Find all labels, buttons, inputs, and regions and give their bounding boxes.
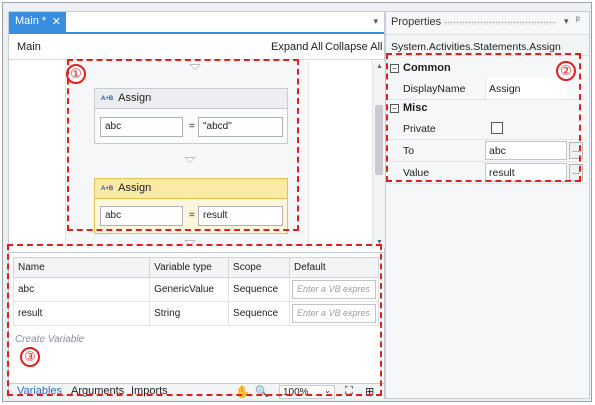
breadcrumb[interactable]: Main — [17, 41, 41, 53]
collapse-all-button[interactable]: Collapse All — [325, 41, 382, 53]
annotation-number-2: ② — [556, 61, 576, 81]
designer-header: Main Expand All Collapse All — [9, 34, 384, 60]
expand-all-button[interactable]: Expand All — [271, 41, 323, 53]
tab-main[interactable]: Main * ✕ — [9, 12, 66, 32]
scrollbar-thumb[interactable] — [375, 105, 383, 175]
tab-main-label: Main * — [15, 15, 47, 27]
designer-scrollbar[interactable]: ▲ ▼ — [372, 61, 385, 248]
chevron-down-icon[interactable]: ▾ — [564, 16, 569, 27]
annotation-box-3 — [7, 244, 382, 396]
close-icon[interactable]: ✕ — [52, 15, 61, 28]
annotation-box-2 — [386, 53, 581, 182]
annotation-box-1 — [67, 59, 299, 231]
scroll-up-icon[interactable]: ▲ — [376, 63, 383, 70]
document-tab-bar: Main * ✕ ▾ — [9, 12, 384, 34]
panel-grip[interactable] — [444, 21, 556, 25]
annotation-number-3: ③ — [20, 347, 40, 367]
chevron-down-icon[interactable]: ▾ — [373, 16, 378, 27]
annotation-number-1: ① — [66, 64, 86, 84]
pin-icon[interactable]: ᵖ — [576, 15, 580, 26]
